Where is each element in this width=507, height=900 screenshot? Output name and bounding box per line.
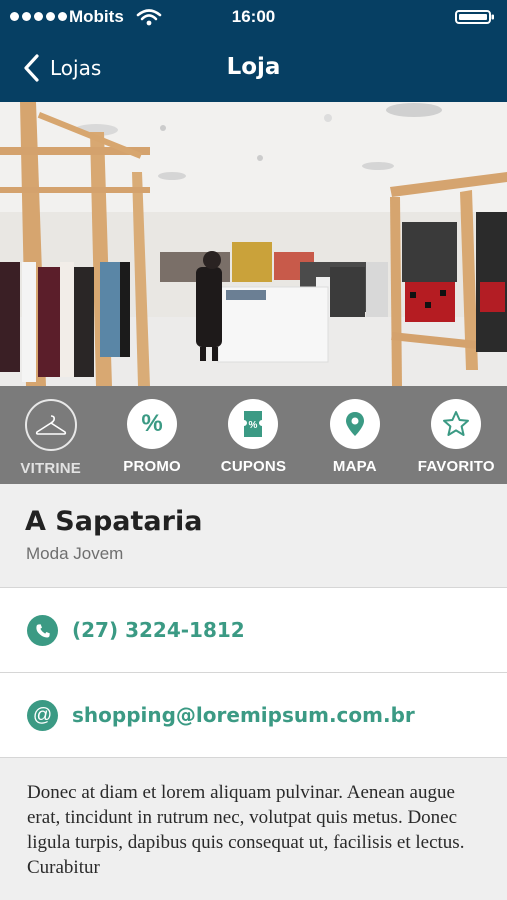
email-row[interactable]: @ shopping@loremipsum.com.br	[0, 673, 507, 758]
vitrine-label: VITRINE	[20, 460, 81, 477]
promo-label: PROMO	[123, 458, 181, 475]
status-time: 16:00	[231, 7, 276, 26]
cupons-button[interactable]: % CUPONS	[203, 386, 303, 475]
map-pin-icon	[329, 399, 380, 449]
svg-text:%: %	[249, 420, 258, 431]
phone-icon	[27, 615, 58, 646]
at-sign-icon: @	[27, 700, 58, 731]
mapa-label: MAPA	[332, 458, 377, 475]
status-bar: Mobits 16:00	[0, 0, 507, 34]
battery-icon	[455, 10, 494, 24]
store-photo	[0, 102, 507, 386]
promo-button[interactable]: % PROMO	[102, 386, 202, 475]
email-address: shopping@loremipsum.com.br	[72, 703, 415, 727]
phone-row[interactable]: (27) 3224-1812	[0, 588, 507, 673]
cupons-label: CUPONS	[220, 458, 287, 475]
mapa-button[interactable]: MAPA	[305, 386, 405, 475]
favorito-label: FAVORITO	[417, 458, 495, 475]
store-description: Donec at diam et lorem aliquam pulvinar.…	[0, 758, 507, 900]
navigation-bar: Lojas Loja	[0, 34, 507, 102]
favorito-button[interactable]: FAVORITO	[406, 386, 506, 475]
store-name: A Sapataria	[25, 506, 203, 537]
percent-icon: %	[127, 399, 178, 449]
coupon-icon: %	[228, 399, 279, 449]
vitrine-button[interactable]: VITRINE	[1, 386, 101, 477]
hanger-icon	[24, 399, 77, 451]
store-header: A Sapataria Moda Jovem	[0, 484, 507, 588]
store-category: Moda Jovem	[26, 544, 124, 563]
page-title: Loja	[226, 54, 281, 80]
store-description-text: Donec at diam et lorem aliquam pulvinar.…	[27, 782, 465, 878]
star-icon	[431, 399, 482, 449]
store-action-bar: VITRINE % PROMO % CUPONS MAPA FAVORITO	[0, 386, 507, 484]
phone-number: (27) 3224-1812	[72, 618, 245, 642]
